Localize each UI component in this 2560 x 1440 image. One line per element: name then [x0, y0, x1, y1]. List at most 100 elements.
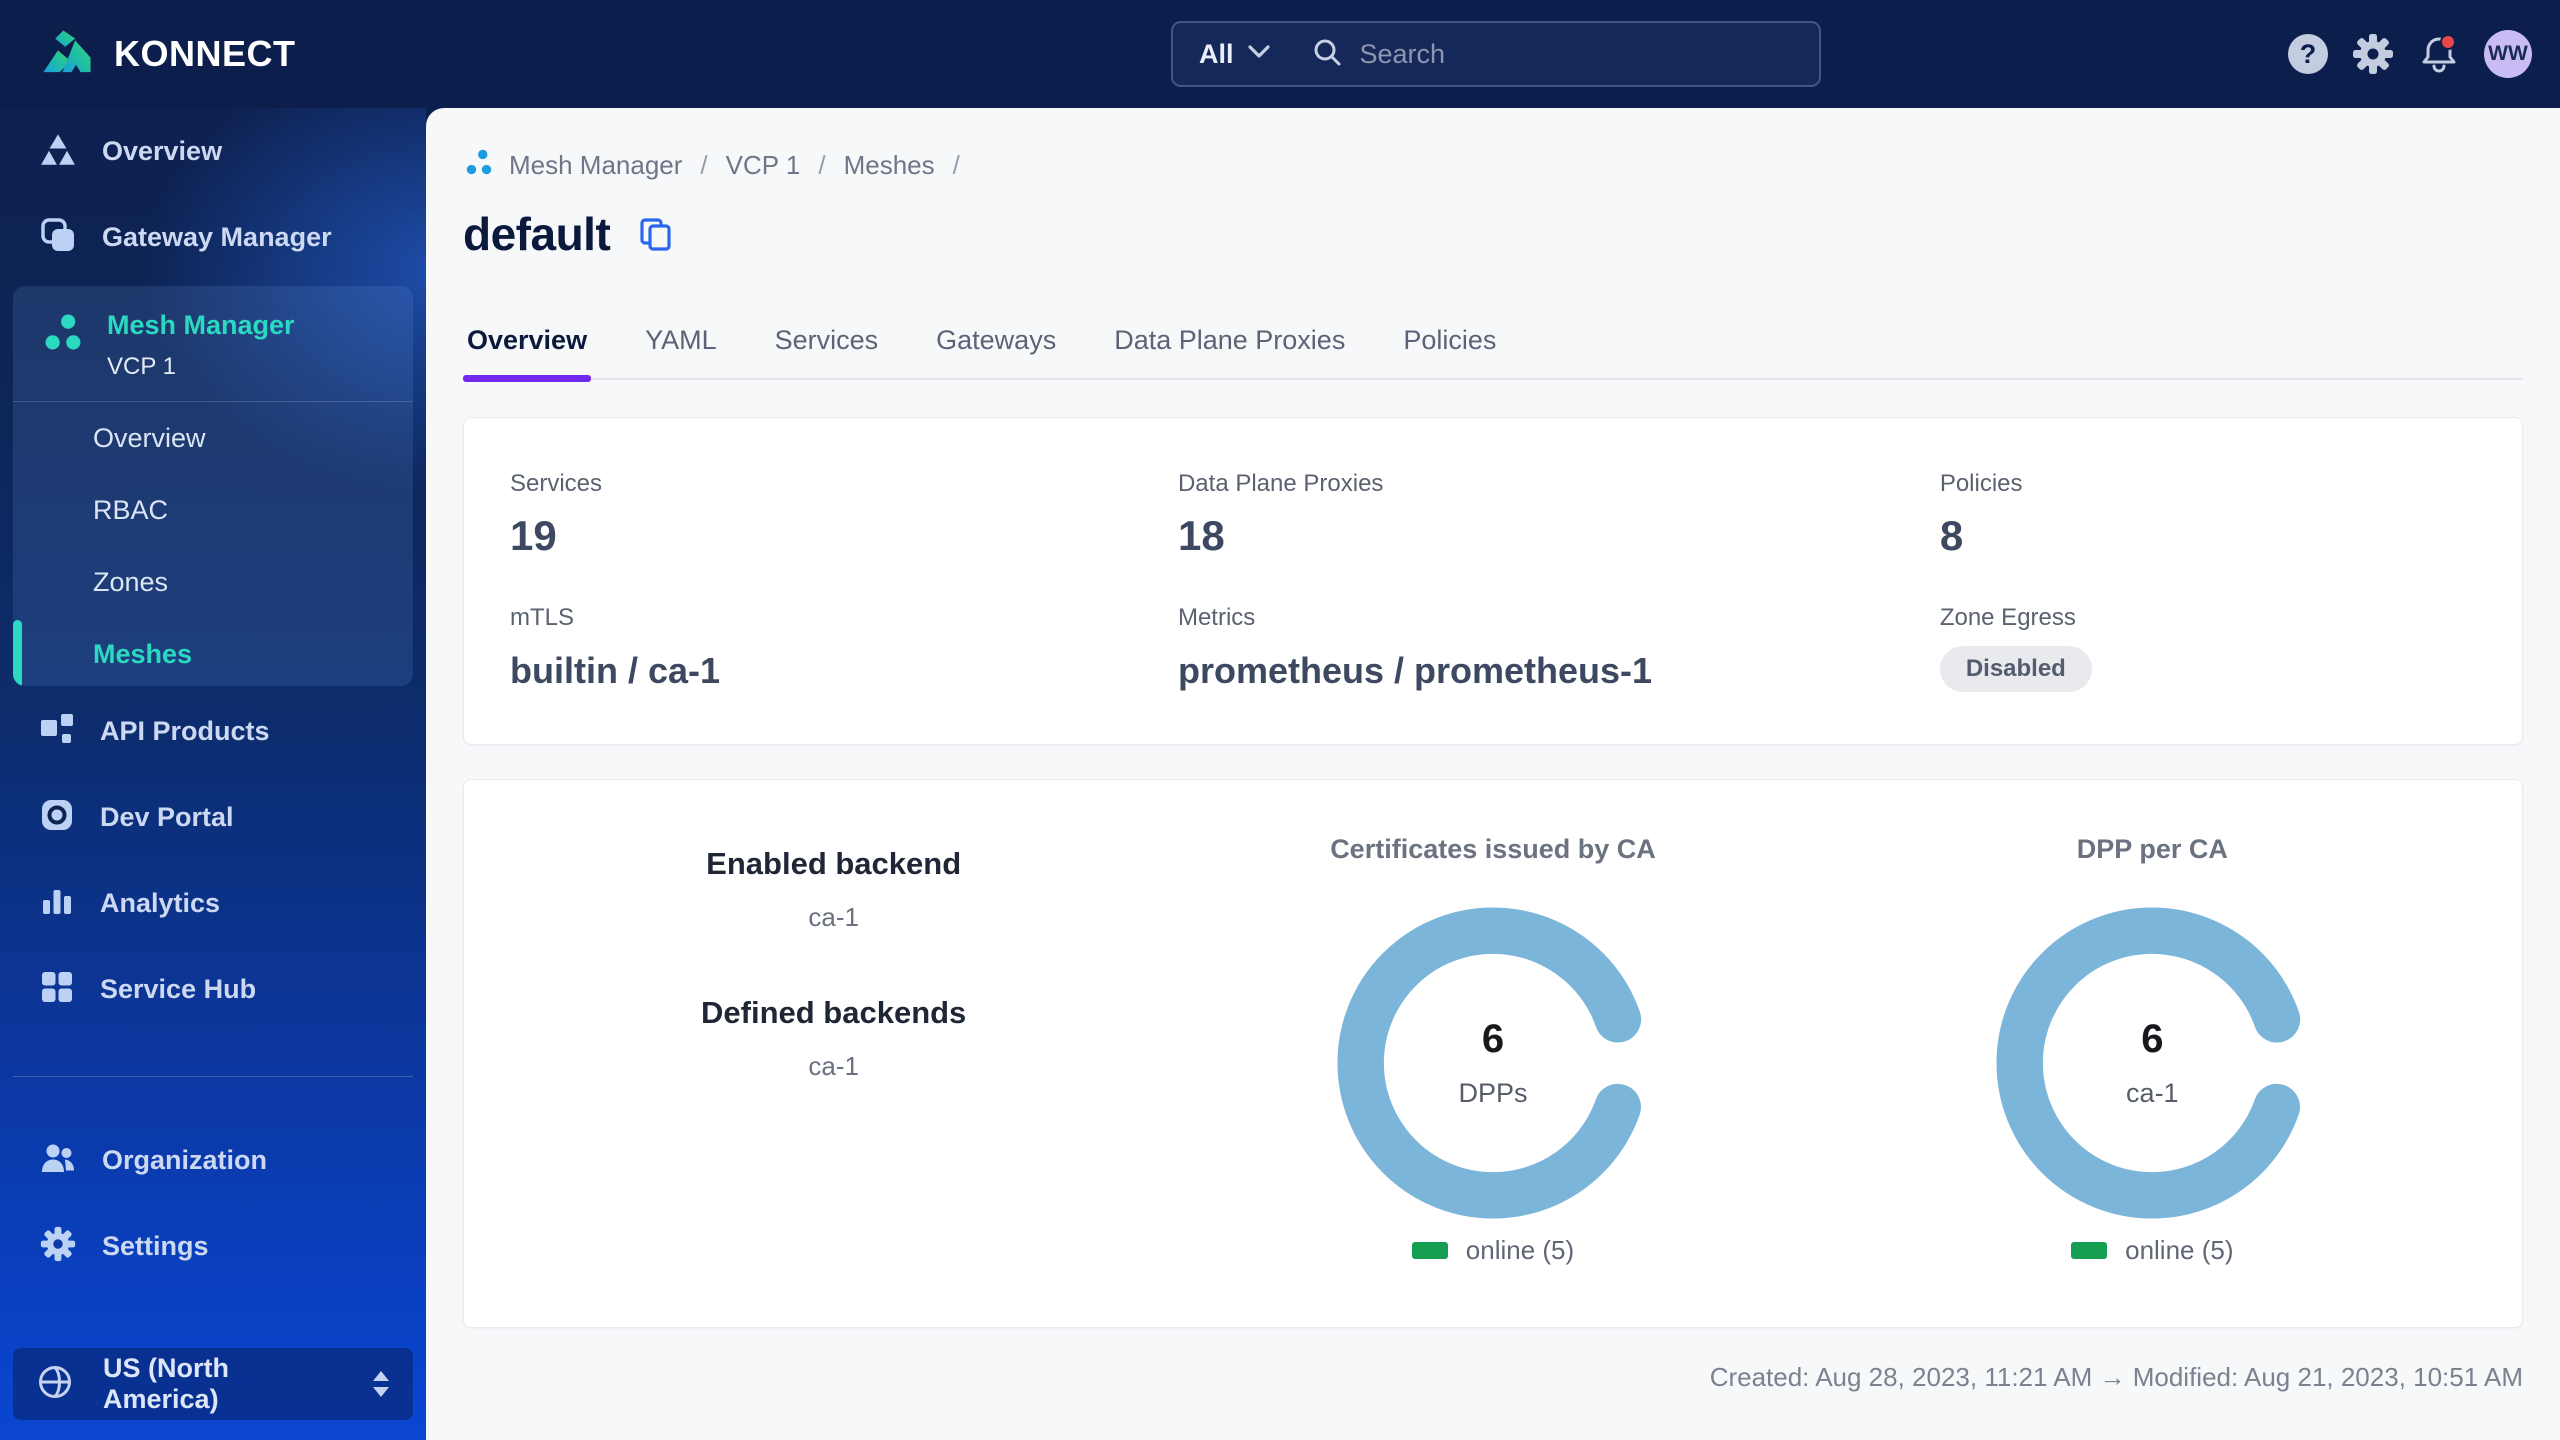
global-search: All — [1171, 21, 1821, 87]
sidebar-item-organization[interactable]: Organization — [0, 1117, 426, 1203]
sidebar-item-label: Analytics — [100, 887, 221, 918]
donut-center: 6 DPPs — [1335, 905, 1651, 1221]
breadcrumb-separator: / — [818, 150, 826, 180]
chart-title: Certificates issued by CA — [1330, 834, 1656, 864]
sidebar-item-mesh-overview[interactable]: Overview — [13, 402, 413, 474]
sidebar-item-settings[interactable]: Settings — [0, 1203, 426, 1289]
sidebar: Overview Gateway Manager Mesh Manager VC… — [0, 108, 426, 1440]
chevron-down-icon — [1247, 44, 1270, 64]
notifications-bell-icon[interactable] — [2418, 33, 2460, 75]
sidebar-item-label: Overview — [102, 135, 223, 166]
dev-portal-icon — [40, 798, 74, 837]
stat-mtls: mTLS builtin / ca-1 — [510, 604, 1178, 692]
backend-label: Defined backends — [701, 995, 967, 1030]
sidebar-item-label: Gateway Manager — [102, 221, 332, 252]
donut-value: 6 — [2141, 1017, 2164, 1061]
backend-label: Enabled backend — [706, 846, 962, 881]
status-badge: Disabled — [1939, 646, 2092, 692]
help-icon[interactable]: ? — [2288, 34, 2328, 74]
backend-value: ca-1 — [808, 902, 859, 932]
sidebar-item-overview[interactable]: Overview — [0, 108, 426, 194]
tab-policies[interactable]: Policies — [1399, 325, 1500, 378]
sidebar-item-api-products[interactable]: API Products — [0, 688, 426, 774]
topbar: KONNECT All ? — [0, 0, 2560, 108]
stat-label: Policies — [1939, 470, 2023, 497]
search-input[interactable] — [1359, 38, 1793, 70]
stat-value: builtin / ca-1 — [510, 650, 721, 691]
sidebar-item-label: API Products — [100, 715, 270, 746]
mesh-dots-icon — [463, 146, 495, 185]
breadcrumb-separator: / — [700, 150, 708, 180]
donut-chart: 6 DPPs — [1335, 905, 1651, 1221]
sidebar-item-service-hub[interactable]: Service Hub — [0, 946, 426, 1032]
defined-backends: Defined backends ca-1 — [504, 995, 1163, 1082]
stat-label: Zone Egress — [1939, 604, 2076, 631]
chart-dpp-per-ca: DPP per CA 6 ca-1 online (5) — [1823, 834, 2482, 1327]
chart-legend: online (5) — [2071, 1235, 2234, 1266]
settings-gear-icon — [40, 1226, 76, 1267]
tab-overview[interactable]: Overview — [463, 325, 592, 382]
stat-value: 18 — [1177, 512, 1225, 559]
overview-stats-card: Services 19 Data Plane Proxies 18 Polici… — [463, 417, 2523, 745]
sidebar-item-dev-portal[interactable]: Dev Portal — [0, 774, 426, 860]
stat-value: 8 — [1939, 512, 1964, 559]
stat-label: Metrics — [1177, 604, 1256, 631]
legend-label: online (5) — [1465, 1235, 1575, 1265]
stat-label: mTLS — [510, 604, 575, 631]
legend-swatch-online — [2071, 1242, 2108, 1259]
sidebar-item-label: Settings — [102, 1230, 209, 1261]
chart-legend: online (5) — [1411, 1235, 1575, 1266]
donut-chart: 6 ca-1 — [1994, 905, 2310, 1221]
backends-column: Enabled backend ca-1 Defined backends ca… — [504, 834, 1163, 1327]
sidebar-item-label: Service Hub — [100, 973, 257, 1004]
sidebar-item-analytics[interactable]: Analytics — [0, 860, 426, 946]
konnect-app: KONNECT All ? — [0, 0, 2560, 1440]
search-scope-dropdown[interactable]: All — [1199, 39, 1270, 70]
search-icon — [1312, 37, 1342, 72]
stat-label: Services — [510, 470, 603, 497]
service-hub-icon — [40, 970, 74, 1009]
mesh-manager-title: Mesh Manager — [107, 310, 295, 340]
updown-chevrons-icon — [373, 1371, 389, 1397]
breadcrumb-link-mesh-manager[interactable]: Mesh Manager — [509, 150, 682, 181]
analytics-icon — [40, 884, 74, 923]
tab-data-plane-proxies[interactable]: Data Plane Proxies — [1110, 325, 1349, 378]
sidebar-item-mesh-manager[interactable]: Mesh Manager VCP 1 — [13, 286, 413, 381]
tab-services[interactable]: Services — [771, 325, 883, 378]
sidebar-item-rbac[interactable]: RBAC — [13, 474, 413, 546]
region-selector[interactable]: US (North America) — [13, 1348, 413, 1420]
copy-icon[interactable] — [636, 215, 674, 253]
stat-services: Services 19 — [510, 470, 1178, 560]
donut-value: 6 — [1481, 1017, 1505, 1061]
tab-gateways[interactable]: Gateways — [932, 325, 1060, 378]
overview-icon — [40, 132, 76, 171]
sidebar-item-gateway-manager[interactable]: Gateway Manager — [0, 194, 426, 280]
stat-policies: Policies 8 — [1940, 470, 2476, 560]
tab-bar: Overview YAML Services Gateways Data Pla… — [463, 325, 2523, 382]
user-avatar[interactable]: WW — [2484, 30, 2532, 78]
gear-icon[interactable] — [2352, 33, 2394, 75]
brand-wordmark: KONNECT — [114, 33, 296, 74]
created-modified-meta: Created: Aug 28, 2023, 11:21 AM → Modifi… — [1709, 1362, 2523, 1392]
region-value: US (North America) — [103, 1353, 229, 1414]
enabled-backend: Enabled backend ca-1 — [504, 846, 1163, 933]
stat-data-plane-proxies: Data Plane Proxies 18 — [1178, 470, 1940, 560]
sidebar-item-zones[interactable]: Zones — [13, 546, 413, 618]
breadcrumb-link-vcp1[interactable]: VCP 1 — [726, 150, 801, 181]
mesh-manager-icon — [41, 310, 85, 381]
tab-yaml[interactable]: YAML — [641, 325, 721, 378]
stat-value: prometheus / prometheus-1 — [1177, 650, 1653, 691]
sidebar-item-meshes[interactable]: Meshes — [13, 618, 413, 686]
brand[interactable]: KONNECT — [38, 0, 296, 108]
breadcrumb-link-meshes[interactable]: Meshes — [844, 150, 935, 181]
legend-label: online (5) — [2125, 1235, 2234, 1265]
stat-zone-egress: Zone Egress Disabled — [1939, 604, 2476, 692]
sidebar-item-label: Dev Portal — [100, 801, 234, 832]
mesh-manager-panel: Mesh Manager VCP 1 Overview RBAC Zones M… — [13, 286, 413, 686]
donut-label: ca-1 — [2126, 1078, 2179, 1108]
stat-value: 19 — [510, 512, 557, 559]
donut-center: 6 ca-1 — [1994, 905, 2310, 1221]
organization-icon — [40, 1142, 76, 1179]
search-scope-value: All — [1199, 38, 1234, 69]
api-products-icon — [40, 712, 74, 751]
